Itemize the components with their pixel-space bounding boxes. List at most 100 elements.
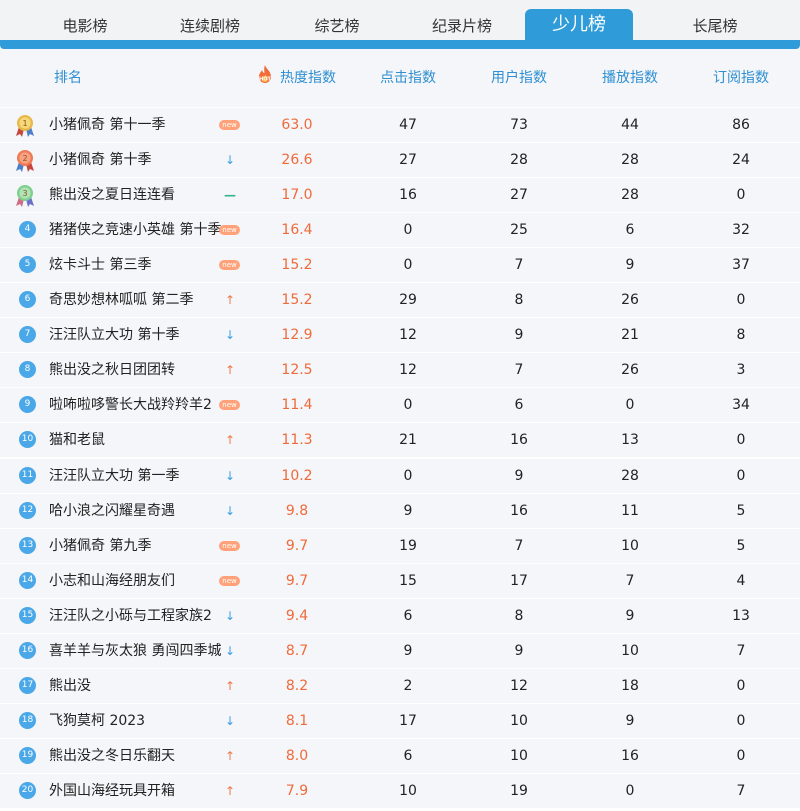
- table-row[interactable]: 18 飞狗莫柯 2023 ↓ 8.1 17 10 9 0: [0, 703, 800, 738]
- show-title[interactable]: 熊出没之夏日连连看: [49, 178, 175, 212]
- click-index-value: 17: [399, 712, 417, 729]
- heat-index-value: 63.0: [281, 117, 313, 133]
- click-index-value: 6: [403, 747, 413, 764]
- subscribe-index-value: 5: [736, 537, 746, 554]
- show-title[interactable]: 汪汪队之小砾与工程家族2: [49, 599, 212, 633]
- play-index-value: 16: [621, 747, 639, 764]
- table-row[interactable]: 19 熊出没之冬日乐翻天 ↑ 8.0 6 10 16 0: [0, 738, 800, 773]
- show-title[interactable]: 哈小浪之闪耀星奇遇: [49, 494, 175, 528]
- show-title[interactable]: 炫卡斗士 第三季: [49, 248, 151, 282]
- click-index-value: 9: [403, 642, 413, 659]
- show-title[interactable]: 小猪佩奇 第十一季: [49, 108, 165, 142]
- table-row[interactable]: 7 汪汪队立大功 第十季 ↓ 12.9 12 9 21 8: [0, 318, 800, 353]
- header-rank[interactable]: 排名: [54, 49, 82, 107]
- new-tag-icon: new: [219, 120, 240, 130]
- rank-badge: 15: [19, 606, 36, 624]
- rank-number: 1: [22, 119, 27, 128]
- show-title[interactable]: 猫和老鼠: [49, 423, 105, 457]
- show-title[interactable]: 汪汪队立大功 第一季: [49, 459, 179, 493]
- header-heat-index[interactable]: 热度指数: [272, 49, 344, 107]
- user-index-value: 10: [510, 747, 528, 764]
- user-index-value: 8: [514, 292, 524, 309]
- svg-text:HOT: HOT: [259, 77, 271, 83]
- heat-index-value: 9.8: [285, 502, 309, 519]
- header-subscribe-index[interactable]: 订阅指数: [700, 49, 782, 107]
- click-index-value: 10: [399, 782, 417, 799]
- show-title[interactable]: 奇思妙想林呱呱 第二季: [49, 283, 193, 317]
- table-row[interactable]: 10 猫和老鼠 ↑ 11.3 21 16 13 0: [0, 423, 800, 458]
- table-row[interactable]: 15 汪汪队之小砾与工程家族2 ↓ 9.4 6 8 9 13: [0, 598, 800, 633]
- table-row[interactable]: 4 猪猪侠之竞速小英雄 第十季 new 16.4 0 25 6 32: [0, 213, 800, 248]
- play-index-value: 21: [621, 327, 639, 344]
- table-row[interactable]: 8 熊出没之秋日团团转 ↑ 12.5 12 7 26 3: [0, 353, 800, 388]
- table-row[interactable]: 2 小猪佩奇 第十季 ↓ 26.6 27 28 28 24: [0, 143, 800, 178]
- table-row[interactable]: 5 炫卡斗士 第三季 new 15.2 0 7 9 37: [0, 248, 800, 283]
- heat-index-value: 7.9: [285, 782, 309, 799]
- show-title[interactable]: 飞狗莫柯 2023: [49, 704, 145, 738]
- table-row[interactable]: 14 小志和山海经朋友们 new 9.7 15 17 7 4: [0, 563, 800, 598]
- subscribe-index-value: 4: [736, 572, 746, 589]
- play-index-value: 10: [621, 642, 639, 659]
- table-row[interactable]: 3 熊出没之夏日连连看 — 17.0 16 27 28 0: [0, 178, 800, 213]
- show-title[interactable]: 熊出没之秋日团团转: [49, 353, 175, 387]
- trend-down-arrow-icon: ↓: [224, 608, 236, 623]
- table-row[interactable]: 17 熊出没 ↑ 8.2 2 12 18 0: [0, 668, 800, 703]
- tab-movie[interactable]: 电影榜: [20, 0, 150, 40]
- heat-index-value: 15.2: [281, 292, 313, 309]
- tab-kids[interactable]: 少儿榜: [525, 9, 633, 49]
- user-index-value: 12: [510, 677, 528, 694]
- table-row[interactable]: 12 哈小浪之闪耀星奇遇 ↓ 9.8 9 16 11 5: [0, 493, 800, 528]
- subscribe-index-value: 5: [736, 502, 746, 519]
- tab-variety[interactable]: 综艺榜: [272, 0, 402, 40]
- user-index-value: 17: [510, 572, 528, 589]
- tab-documentary[interactable]: 纪录片榜: [397, 0, 527, 40]
- table-row[interactable]: 6 奇思妙想林呱呱 第二季 ↑ 15.2 29 8 26 0: [0, 283, 800, 318]
- click-index-value: 47: [399, 117, 417, 133]
- subscribe-index-value: 0: [736, 292, 746, 309]
- table-row[interactable]: 13 小猪佩奇 第九季 new 9.7 19 7 10 5: [0, 528, 800, 563]
- show-title[interactable]: 猪猪侠之竞速小英雄 第十季: [49, 213, 221, 247]
- click-index-value: 15: [399, 572, 417, 589]
- click-index-value: 19: [399, 537, 417, 554]
- play-index-value: 28: [621, 152, 639, 169]
- heat-index-value: 15.2: [281, 257, 313, 274]
- show-title[interactable]: 小猪佩奇 第九季: [49, 529, 151, 563]
- show-title[interactable]: 外国山海经玩具开箱: [49, 774, 175, 808]
- tab-long-tail[interactable]: 长尾榜: [650, 0, 780, 40]
- rank-number: 3: [22, 189, 27, 198]
- header-play-index[interactable]: 播放指数: [589, 49, 671, 107]
- user-index-value: 27: [510, 187, 528, 204]
- table-row[interactable]: 11 汪汪队立大功 第一季 ↓ 10.2 0 9 28 0: [0, 458, 800, 493]
- play-index-value: 26: [621, 292, 639, 309]
- table-row[interactable]: 9 啦咘啦哆警长大战羚羚羊2 new 11.4 0 6 0 34: [0, 388, 800, 423]
- header-user-index[interactable]: 用户指数: [478, 49, 560, 107]
- click-index-value: 9: [403, 502, 413, 519]
- show-title[interactable]: 熊出没: [49, 669, 91, 703]
- table-row[interactable]: 16 喜羊羊与灰太狼 勇闯四季城 ↓ 8.7 9 9 10 7: [0, 633, 800, 668]
- show-title[interactable]: 啦咘啦哆警长大战羚羚羊2: [49, 388, 212, 422]
- heat-index-value: 11.3: [281, 432, 313, 449]
- show-title[interactable]: 喜羊羊与灰太狼 勇闯四季城: [49, 634, 221, 668]
- tab-underline-bar: [0, 40, 800, 49]
- subscribe-index-value: 3: [736, 362, 746, 379]
- new-tag-icon: new: [219, 400, 240, 411]
- subscribe-index-value: 34: [732, 397, 750, 414]
- table-row[interactable]: 20 外国山海经玩具开箱 ↑ 7.9 10 19 0 7: [0, 773, 800, 808]
- tab-series[interactable]: 连续剧榜: [145, 0, 275, 40]
- show-title[interactable]: 小猪佩奇 第十季: [49, 143, 151, 177]
- rank-medal-icon: 3: [16, 185, 34, 208]
- show-title[interactable]: 汪汪队立大功 第十季: [49, 318, 179, 352]
- rank-medal-icon: 1: [16, 115, 34, 137]
- trend-up-arrow-icon: ↑: [224, 748, 236, 763]
- play-index-value: 9: [625, 257, 635, 274]
- user-index-value: 7: [514, 257, 524, 274]
- new-tag-icon: new: [219, 260, 240, 271]
- show-title[interactable]: 熊出没之冬日乐翻天: [49, 739, 175, 773]
- subscribe-index-value: 0: [736, 712, 746, 729]
- play-index-value: 44: [621, 117, 639, 133]
- table-row[interactable]: 1 小猪佩奇 第十一季 new 63.0 47 73 44 86: [0, 108, 800, 142]
- heat-index-value: 12.9: [281, 327, 313, 344]
- header-click-index[interactable]: 点击指数: [367, 49, 449, 107]
- user-index-value: 16: [510, 502, 528, 519]
- show-title[interactable]: 小志和山海经朋友们: [49, 564, 175, 598]
